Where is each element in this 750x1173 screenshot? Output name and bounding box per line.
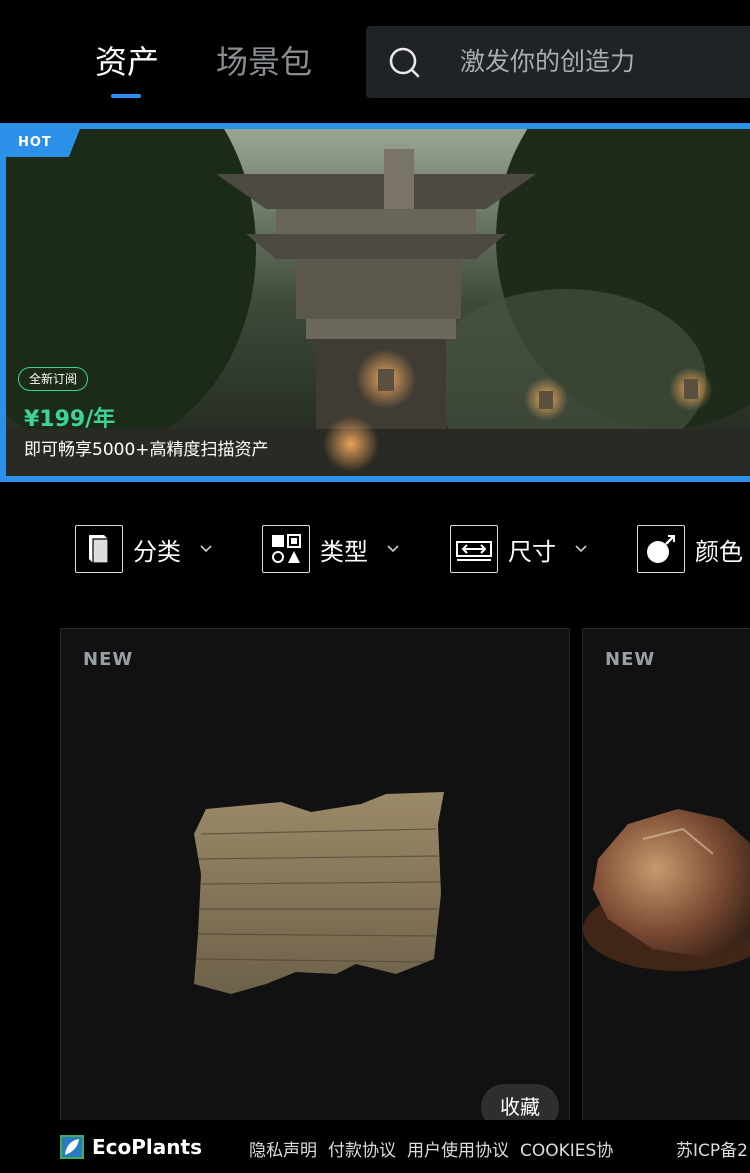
active-tab-indicator	[111, 94, 141, 98]
filter-label: 颜色	[695, 537, 743, 566]
chevron-down-icon	[200, 545, 212, 553]
page-footer: EcoPlants 隐私声明 付款协议 用户使用协议 COOKIES协 苏ICP…	[0, 1120, 750, 1173]
filter-label: 尺寸	[508, 537, 556, 566]
banner-description: 即可畅享5000+高精度扫描资产	[24, 440, 269, 460]
new-tag: NEW	[605, 649, 656, 670]
asset-card[interactable]: NEW 收藏	[60, 628, 570, 1130]
search-bar[interactable]: 激发你的创造力	[366, 26, 750, 98]
search-input[interactable]: 激发你的创造力	[460, 46, 635, 78]
brand-name: EcoPlants	[92, 1135, 202, 1159]
filter-type[interactable]: 类型	[262, 525, 400, 573]
promo-banner[interactable]: HOT 全新订阅 ¥199/年 即可畅享5000+高精度扫描资产	[0, 123, 750, 482]
book-icon	[75, 525, 123, 573]
tab-scene-packs[interactable]: 场景包	[216, 40, 312, 84]
asset-card[interactable]: NEW	[582, 628, 750, 1128]
filter-color[interactable]: 颜色	[637, 525, 743, 573]
temple-scene-image	[6, 129, 750, 476]
filter-category[interactable]: 分类	[75, 525, 213, 573]
cliff-rock-asset-image	[194, 792, 444, 994]
user-agreement-link[interactable]: 用户使用协议	[407, 1136, 509, 1161]
rock-asset-image	[583, 809, 750, 971]
footer-links: 隐私声明 付款协议 用户使用协议 COOKIES协	[249, 1136, 613, 1161]
search-icon[interactable]	[388, 46, 422, 80]
cookies-link[interactable]: COOKIES协	[520, 1136, 613, 1161]
color-icon	[637, 525, 685, 573]
size-ruler-icon	[450, 525, 498, 573]
subscription-badge: 全新订阅	[18, 367, 89, 391]
tab-assets[interactable]: 资产	[95, 40, 159, 84]
top-header: 资产 场景包 激发你的创造力	[0, 0, 750, 122]
brand-logo[interactable]: EcoPlants	[60, 1135, 202, 1159]
filter-label: 分类	[133, 537, 181, 566]
new-tag: NEW	[83, 649, 134, 670]
type-grid-icon	[262, 525, 310, 573]
filter-label: 类型	[320, 537, 368, 566]
leaf-logo-icon	[60, 1135, 84, 1159]
filter-size[interactable]: 尺寸	[450, 525, 588, 573]
chevron-down-icon	[575, 545, 587, 553]
subscription-price: ¥199/年	[24, 407, 116, 432]
hot-badge: HOT	[6, 129, 80, 157]
filter-bar: 分类 类型 尺寸 颜色	[0, 482, 750, 612]
chevron-down-icon	[387, 545, 399, 553]
icp-record[interactable]: 苏ICP备2	[676, 1136, 748, 1161]
payment-agreement-link[interactable]: 付款协议	[328, 1136, 396, 1161]
privacy-link[interactable]: 隐私声明	[249, 1136, 317, 1161]
